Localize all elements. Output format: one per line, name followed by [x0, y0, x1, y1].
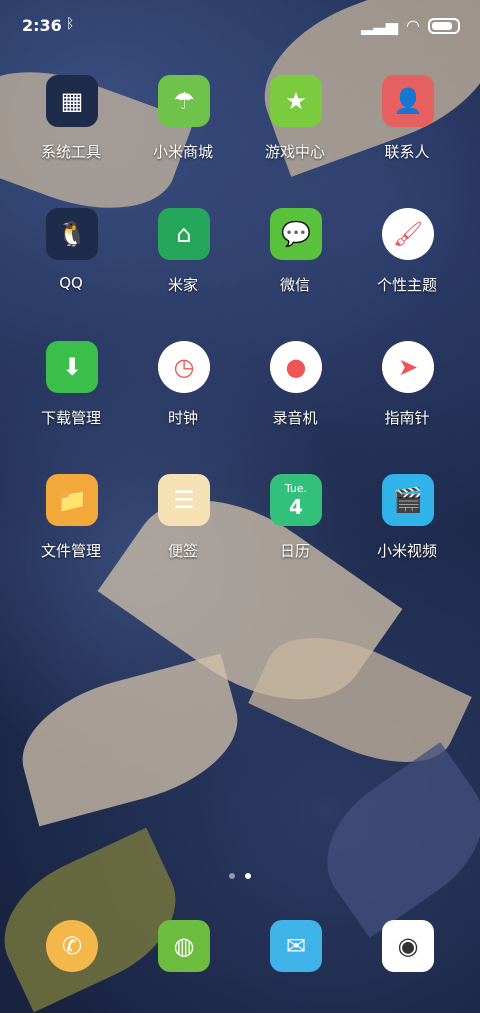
dock-browser[interactable]: ◍: [127, 920, 239, 980]
app-qq[interactable]: 🐧 QQ: [15, 208, 127, 318]
app-mijia[interactable]: ⌂ 米家: [127, 208, 239, 318]
camera-icon: ◉: [382, 920, 434, 972]
dock-phone[interactable]: ✆: [15, 920, 127, 980]
app-label: 米家: [167, 276, 198, 294]
app-label: 时钟: [167, 409, 198, 427]
app-clock[interactable]: ◷ 时钟: [127, 341, 239, 451]
app-person[interactable]: 👤 联系人: [351, 75, 463, 185]
wechat-icon: 💬: [270, 208, 322, 260]
app-label: 下载管理: [40, 409, 101, 427]
app-label: 指南针: [384, 409, 430, 427]
app-label: 联系人: [384, 143, 430, 161]
compass-icon: ➤: [382, 341, 434, 393]
message-icon: ✉: [270, 920, 322, 972]
notes-icon: ☰: [158, 474, 210, 526]
calendar-icon: Tue. 4: [270, 474, 322, 526]
signal-icon: ▂▃▅: [361, 16, 399, 35]
dock-camera[interactable]: ◉: [351, 920, 463, 980]
bluetooth-icon: ᛒ: [66, 16, 75, 32]
wifi-icon: ◠: [406, 16, 420, 35]
app-star[interactable]: ★ 游戏中心: [239, 75, 351, 185]
record-icon: ●: [270, 341, 322, 393]
umbrella-icon: ☂: [158, 75, 210, 127]
dock: ✆ ◍ ✉ ◉: [0, 920, 480, 980]
phone-icon: ✆: [46, 920, 98, 972]
dock-message[interactable]: ✉: [239, 920, 351, 980]
browser-icon: ◍: [158, 920, 210, 972]
app-label: 系统工具: [40, 143, 101, 161]
app-label: 日历: [279, 542, 310, 560]
app-video[interactable]: 🎬 小米视频: [351, 474, 463, 584]
app-calendar[interactable]: Tue. 4 日历: [239, 474, 351, 584]
app-brush[interactable]: 🖌 个性主题: [351, 208, 463, 318]
status-time: 2:36: [22, 16, 62, 35]
app-umbrella[interactable]: ☂ 小米商城: [127, 75, 239, 185]
app-record[interactable]: ● 录音机: [239, 341, 351, 451]
star-icon: ★: [270, 75, 322, 127]
app-label: 文件管理: [40, 542, 101, 560]
app-file[interactable]: 📁 文件管理: [15, 474, 127, 584]
app-folder[interactable]: ▦ 系统工具: [15, 75, 127, 185]
app-label: 游戏中心: [264, 143, 325, 161]
page-dot-2: [245, 873, 251, 879]
mijia-icon: ⌂: [158, 208, 210, 260]
app-notes[interactable]: ☰ 便签: [127, 474, 239, 584]
brush-icon: 🖌: [382, 208, 434, 260]
status-bar: 2:36 ᛒ ▂▃▅ ◠: [0, 0, 480, 50]
app-label: 小米视频: [376, 542, 437, 560]
app-label: 小米商城: [152, 143, 213, 161]
person-icon: 👤: [382, 75, 434, 127]
app-label: 录音机: [272, 409, 318, 427]
video-icon: 🎬: [382, 474, 434, 526]
status-icons: ▂▃▅ ◠: [361, 16, 460, 35]
app-label: 便签: [167, 542, 198, 560]
app-compass[interactable]: ➤ 指南针: [351, 341, 463, 451]
qq-icon: 🐧: [46, 208, 98, 260]
download-icon: ⬇: [46, 341, 98, 393]
page-dot-1: [229, 873, 235, 879]
clock-icon: ◷: [158, 341, 210, 393]
app-wechat[interactable]: 💬 微信: [239, 208, 351, 318]
app-label: 个性主题: [376, 276, 437, 294]
app-download[interactable]: ⬇ 下载管理: [15, 341, 127, 451]
file-icon: 📁: [46, 474, 98, 526]
app-label: 微信: [279, 276, 310, 294]
app-label: QQ: [59, 274, 83, 292]
folder-icon: ▦: [46, 75, 98, 127]
battery-icon: [428, 17, 460, 34]
